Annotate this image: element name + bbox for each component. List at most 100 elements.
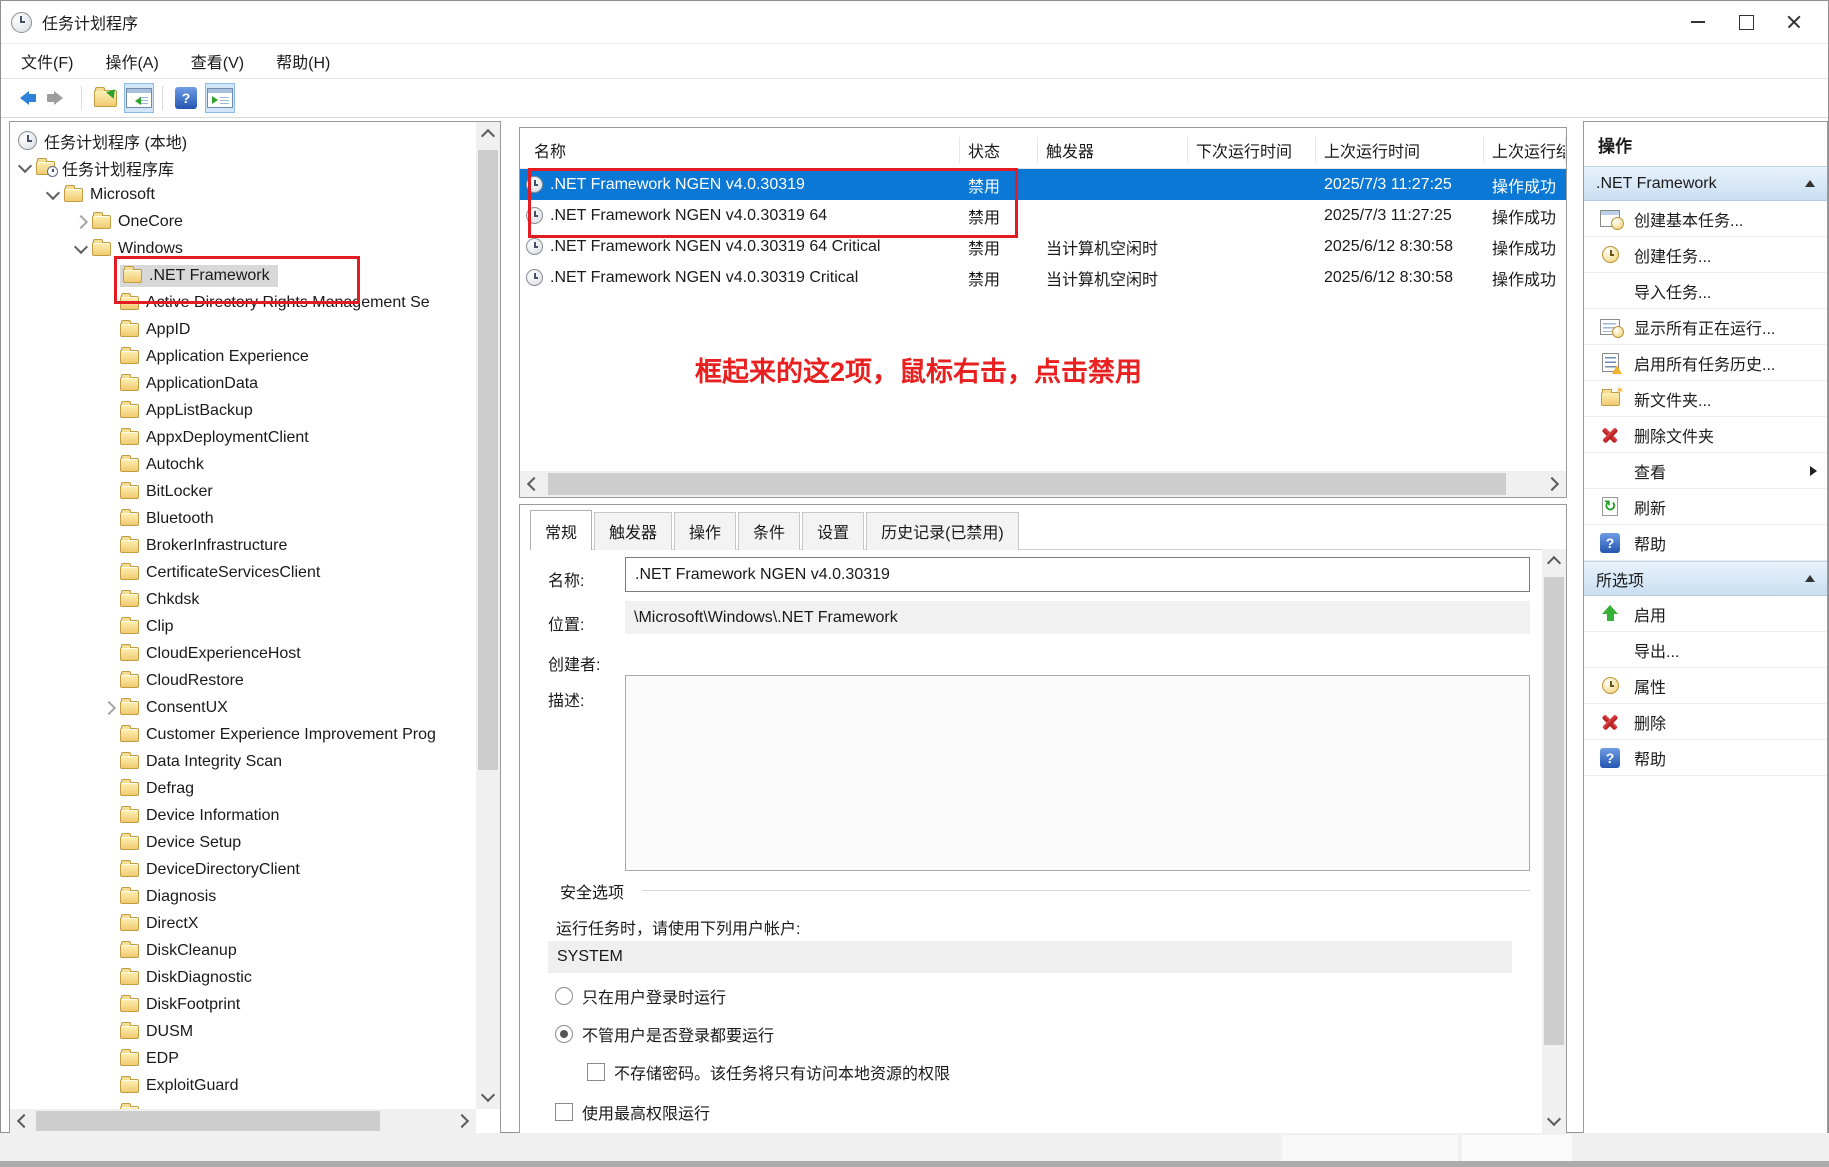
action-item-0-0[interactable]: 创建基本任务... [1584, 201, 1827, 237]
tree-item-9[interactable]: ApplicationData [10, 370, 476, 397]
tab-4[interactable]: 设置 [802, 512, 864, 550]
tree-item-2[interactable]: Microsoft [10, 181, 476, 208]
show-console-tree-button[interactable] [124, 83, 154, 113]
tree-item-0[interactable]: 任务计划程序 (本地) [10, 127, 476, 154]
action-item-1-2[interactable]: 属性 [1584, 668, 1827, 704]
list-scroll-left-arrow[interactable] [520, 472, 544, 496]
action-item-1-0[interactable]: 启用 [1584, 596, 1827, 632]
chevron-down-icon[interactable] [46, 186, 60, 200]
menu-item-2[interactable]: 查看(V) [179, 45, 256, 77]
tree-scroll-left-arrow[interactable] [10, 1109, 34, 1133]
back-button[interactable] [9, 83, 39, 113]
checkbox-run-highest-privileges[interactable]: 使用最高权限运行 [555, 1100, 710, 1124]
action-section-header-1[interactable]: 所选项 [1584, 561, 1827, 596]
details-vertical-scroll-thumb[interactable] [1544, 577, 1564, 1045]
close-button[interactable] [1770, 2, 1818, 42]
export-list-button[interactable] [90, 83, 120, 113]
tree-vertical-scroll-thumb[interactable] [478, 150, 498, 770]
menu-item-3[interactable]: 帮助(H) [264, 45, 342, 77]
action-item-0-5[interactable]: 新文件夹... [1584, 381, 1827, 417]
menu-item-0[interactable]: 文件(F) [9, 45, 85, 77]
tab-2[interactable]: 操作 [674, 512, 736, 550]
radio-run-whether-logged-on[interactable]: 不管用户是否登录都要运行 [555, 1022, 774, 1046]
column-header-4[interactable]: 上次运行时间 [1316, 137, 1484, 163]
details-scroll-down-arrow[interactable] [1542, 1109, 1566, 1133]
tree-item-13[interactable]: BitLocker [10, 478, 476, 505]
tree-item-15[interactable]: BrokerInfrastructure [10, 532, 476, 559]
tree-horizontal-scrollbar[interactable] [10, 1109, 476, 1133]
tree-item-20[interactable]: CloudRestore [10, 667, 476, 694]
tab-5[interactable]: 历史记录(已禁用) [866, 512, 1019, 550]
forward-button[interactable] [43, 83, 73, 113]
maximize-button[interactable] [1722, 2, 1770, 42]
chevron-right-icon[interactable] [102, 700, 116, 714]
list-horizontal-scrollbar[interactable] [520, 471, 1566, 497]
action-item-0-8[interactable]: 刷新 [1584, 489, 1827, 525]
tree-item-35[interactable]: ExploitGuard [10, 1072, 476, 1099]
collapse-icon[interactable] [1805, 575, 1815, 582]
tree-item-12[interactable]: Autochk [10, 451, 476, 478]
tree-item-28[interactable]: Diagnosis [10, 883, 476, 910]
tree-item-22[interactable]: Customer Experience Improvement Prog [10, 721, 476, 748]
list-horizontal-scroll-thumb[interactable] [548, 473, 1506, 495]
tree-item-31[interactable]: DiskDiagnostic [10, 964, 476, 991]
action-item-0-4[interactable]: 启用所有任务历史... [1584, 345, 1827, 381]
task-description-field[interactable] [625, 675, 1530, 871]
tree-item-11[interactable]: AppxDeploymentClient [10, 424, 476, 451]
tree-item-3[interactable]: OneCore [10, 208, 476, 235]
tab-1[interactable]: 触发器 [594, 512, 672, 550]
tree-item-25[interactable]: Device Information [10, 802, 476, 829]
tree-horizontal-scroll-thumb[interactable] [36, 1111, 380, 1131]
checkbox-no-password[interactable]: 不存储密码。该任务将只有访问本地资源的权限 [587, 1060, 950, 1084]
tree-vertical-scrollbar[interactable] [476, 122, 500, 1109]
tree-item-29[interactable]: DirectX [10, 910, 476, 937]
action-item-0-2[interactable]: 导入任务... [1584, 273, 1827, 309]
tree-item-18[interactable]: Clip [10, 613, 476, 640]
tree-item-32[interactable]: DiskFootprint [10, 991, 476, 1018]
tree-item-17[interactable]: Chkdsk [10, 586, 476, 613]
action-item-0-1[interactable]: 创建任务... [1584, 237, 1827, 273]
action-section-header-0[interactable]: .NET Framework [1584, 166, 1827, 201]
radio-run-when-logged-on[interactable]: 只在用户登录时运行 [555, 984, 726, 1008]
chevron-right-icon[interactable] [74, 214, 88, 228]
chevron-down-icon[interactable] [74, 240, 88, 254]
action-item-0-7[interactable]: 查看 [1584, 453, 1827, 489]
column-header-0[interactable]: 名称 [520, 137, 960, 163]
help-button[interactable]: ? [171, 83, 201, 113]
show-action-pane-button[interactable] [205, 83, 235, 113]
tree-item-23[interactable]: Data Integrity Scan [10, 748, 476, 775]
details-vertical-scrollbar[interactable] [1542, 549, 1566, 1133]
action-item-1-3[interactable]: 删除 [1584, 704, 1827, 740]
tree-item-1[interactable]: 任务计划程序库 [10, 154, 476, 181]
tree-item-34[interactable]: EDP [10, 1045, 476, 1072]
tree-item-8[interactable]: Application Experience [10, 343, 476, 370]
tree-item-30[interactable]: DiskCleanup [10, 937, 476, 964]
column-header-2[interactable]: 触发器 [1038, 137, 1188, 163]
tree-item-33[interactable]: DUSM [10, 1018, 476, 1045]
minimize-button[interactable] [1674, 2, 1722, 42]
tab-0[interactable]: 常规 [530, 510, 592, 550]
collapse-icon[interactable] [1805, 180, 1815, 187]
action-item-1-4[interactable]: ?帮助 [1584, 740, 1827, 776]
column-header-3[interactable]: 下次运行时间 [1188, 137, 1316, 163]
tree-item-16[interactable]: CertificateServicesClient [10, 559, 476, 586]
tree-item-26[interactable]: Device Setup [10, 829, 476, 856]
tree-item-21[interactable]: ConsentUX [10, 694, 476, 721]
menu-item-1[interactable]: 操作(A) [93, 45, 170, 77]
column-header-5[interactable]: 上次运行结果 [1484, 137, 1566, 163]
action-item-1-1[interactable]: 导出... [1584, 632, 1827, 668]
chevron-down-icon[interactable] [18, 159, 32, 173]
tree-item-19[interactable]: CloudExperienceHost [10, 640, 476, 667]
action-item-0-3[interactable]: 显示所有正在运行... [1584, 309, 1827, 345]
action-item-0-9[interactable]: ?帮助 [1584, 525, 1827, 561]
tree-item-7[interactable]: AppID [10, 316, 476, 343]
column-header-1[interactable]: 状态 [960, 137, 1038, 163]
tree-item-14[interactable]: Bluetooth [10, 505, 476, 532]
action-item-0-6[interactable]: 删除文件夹 [1584, 417, 1827, 453]
tree-item-10[interactable]: AppListBackup [10, 397, 476, 424]
tree-scroll-right-arrow[interactable] [452, 1109, 476, 1133]
tree-item-36[interactable] [10, 1099, 476, 1109]
tree-scroll-down-arrow[interactable] [476, 1085, 500, 1109]
list-scroll-right-arrow[interactable] [1542, 472, 1566, 496]
task-row-3[interactable]: .NET Framework NGEN v4.0.30319 Critical禁… [520, 262, 1566, 293]
